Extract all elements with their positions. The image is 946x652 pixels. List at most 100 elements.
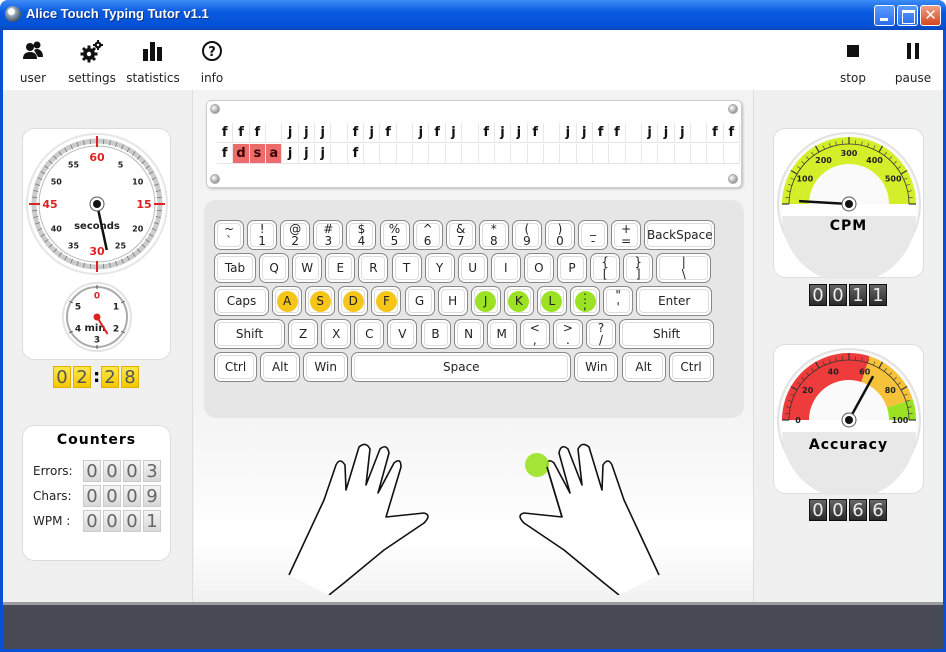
key-a[interactable]: A: [272, 286, 303, 316]
key-label: 7: [456, 234, 465, 248]
key-7[interactable]: & 7: [445, 220, 476, 250]
key-label: B: [431, 327, 440, 341]
key-f[interactable]: F: [371, 286, 402, 316]
key-9[interactable]: (9: [511, 220, 542, 250]
cpm-gauge-card: 100 200 300 400 500 CPM: [773, 128, 924, 279]
target-char: f: [347, 123, 365, 143]
counter-digit: 0: [123, 460, 141, 482]
key-symbol[interactable]: | \: [656, 253, 712, 283]
key-symbol[interactable]: >.: [552, 319, 583, 349]
key-j[interactable]: J: [470, 286, 501, 316]
key-1[interactable]: ! 1: [247, 220, 278, 250]
screw-icon: [728, 104, 738, 114]
key-symbol[interactable]: _ -: [578, 220, 609, 250]
key-label: 4: [357, 234, 366, 248]
pause-button[interactable]: pause: [878, 36, 946, 85]
key-tab[interactable]: Tab: [214, 253, 256, 283]
key-6[interactable]: ^ 6: [412, 220, 443, 250]
key-x[interactable]: X: [321, 319, 352, 349]
key-backspace[interactable]: BackSpace: [644, 220, 716, 250]
key-p[interactable]: P: [557, 253, 587, 283]
minutes-dial: 012345min: [62, 282, 132, 352]
key-q[interactable]: Q: [259, 253, 290, 283]
chars-counter: Chars: 0 0 0 9: [33, 485, 161, 507]
key-symbol[interactable]: {[: [590, 253, 621, 283]
dial-tick: [102, 139, 105, 145]
key-o[interactable]: O: [523, 253, 554, 283]
key-z[interactable]: Z: [288, 319, 319, 349]
key-n[interactable]: N: [453, 319, 484, 349]
key-4[interactable]: $4: [346, 220, 377, 250]
key-m[interactable]: M: [486, 319, 517, 349]
key-caps[interactable]: Caps: [214, 286, 269, 316]
elapsed-time-display: 0 2 : 2 8: [53, 366, 139, 388]
key-symbol[interactable]: " ': [603, 286, 634, 316]
key-u[interactable]: U: [457, 253, 488, 283]
key-8[interactable]: * 8: [478, 220, 509, 250]
key-c[interactable]: C: [354, 319, 385, 349]
key-3[interactable]: #3: [313, 220, 344, 250]
key-ctrl[interactable]: Ctrl: [668, 352, 714, 382]
key-h[interactable]: H: [437, 286, 468, 316]
accuracy-digit: 6: [849, 499, 867, 521]
counter-digit: 9: [143, 485, 161, 507]
key-s[interactable]: S: [305, 286, 336, 316]
accuracy-tick-label: 40: [828, 367, 840, 376]
counter-digit: 1: [143, 510, 161, 532]
key-symbol[interactable]: :;: [570, 286, 600, 316]
accuracy-tick-label: 0: [795, 416, 801, 425]
key-shift[interactable]: Shift: [214, 319, 285, 349]
pause-label: pause: [894, 71, 932, 85]
key-k[interactable]: K: [503, 286, 534, 316]
typed-char: a: [266, 144, 283, 164]
settings-button[interactable]: settings: [57, 36, 127, 85]
key-enter[interactable]: Enter: [636, 286, 713, 316]
close-button[interactable]: ✕: [920, 5, 941, 26]
target-char: f: [380, 123, 397, 143]
key-shift[interactable]: Shift: [619, 319, 715, 349]
key-0[interactable]: ) 0: [545, 220, 575, 250]
key-g[interactable]: G: [404, 286, 435, 316]
key-symbol[interactable]: ? /: [586, 319, 616, 349]
key-e[interactable]: E: [325, 253, 356, 283]
key-d[interactable]: D: [338, 286, 369, 316]
key-l[interactable]: L: [536, 286, 567, 316]
maximize-button[interactable]: [897, 5, 918, 26]
key-r[interactable]: R: [358, 253, 389, 283]
key-label: M: [496, 327, 507, 341]
key-label: ': [616, 300, 620, 314]
key-space[interactable]: Space: [351, 352, 572, 382]
key-symbol[interactable]: }]: [623, 253, 654, 283]
key-ctrl[interactable]: Ctrl: [214, 352, 257, 382]
counter-digit: 0: [123, 485, 141, 507]
key-win[interactable]: Win: [303, 352, 349, 382]
accuracy-gauge-card: 0 20 40 60 80 100 Accuracy: [773, 344, 924, 495]
title-bar[interactable]: Alice Touch Typing Tutor v1.1 ✕: [0, 0, 946, 30]
key-win[interactable]: Win: [574, 352, 619, 382]
info-button[interactable]: ? info: [177, 36, 247, 85]
key-symbol[interactable]: + =: [611, 220, 642, 250]
key-2[interactable]: @2: [280, 220, 311, 250]
empty-cell: [707, 144, 724, 164]
hand-pivot: [93, 200, 101, 208]
key-y[interactable]: Y: [424, 253, 455, 283]
empty-cell: [511, 144, 528, 164]
key-symbol[interactable]: ~ `: [214, 220, 244, 250]
key-t[interactable]: T: [391, 253, 422, 283]
key-v[interactable]: V: [387, 319, 418, 349]
key-symbol[interactable]: <,: [519, 319, 550, 349]
key-5[interactable]: % 5: [379, 220, 410, 250]
dial-number: 55: [68, 160, 80, 169]
key-alt[interactable]: Alt: [621, 352, 666, 382]
target-text-line: fff jjj fjf jfj fjjf jjff jjj ff: [217, 123, 740, 143]
empty-cell: [674, 144, 691, 164]
target-char: j: [641, 123, 659, 143]
minimize-button[interactable]: [874, 5, 895, 26]
key-i[interactable]: I: [490, 253, 521, 283]
dial-tick: [102, 263, 105, 269]
key-w[interactable]: W: [292, 253, 323, 283]
key-alt[interactable]: Alt: [260, 352, 301, 382]
text-board[interactable]: fff jjj fjf jfj fjjf jjff jjj ff fdsajjj…: [206, 100, 742, 188]
accuracy-label: Accuracy: [808, 437, 889, 453]
key-b[interactable]: B: [420, 319, 451, 349]
